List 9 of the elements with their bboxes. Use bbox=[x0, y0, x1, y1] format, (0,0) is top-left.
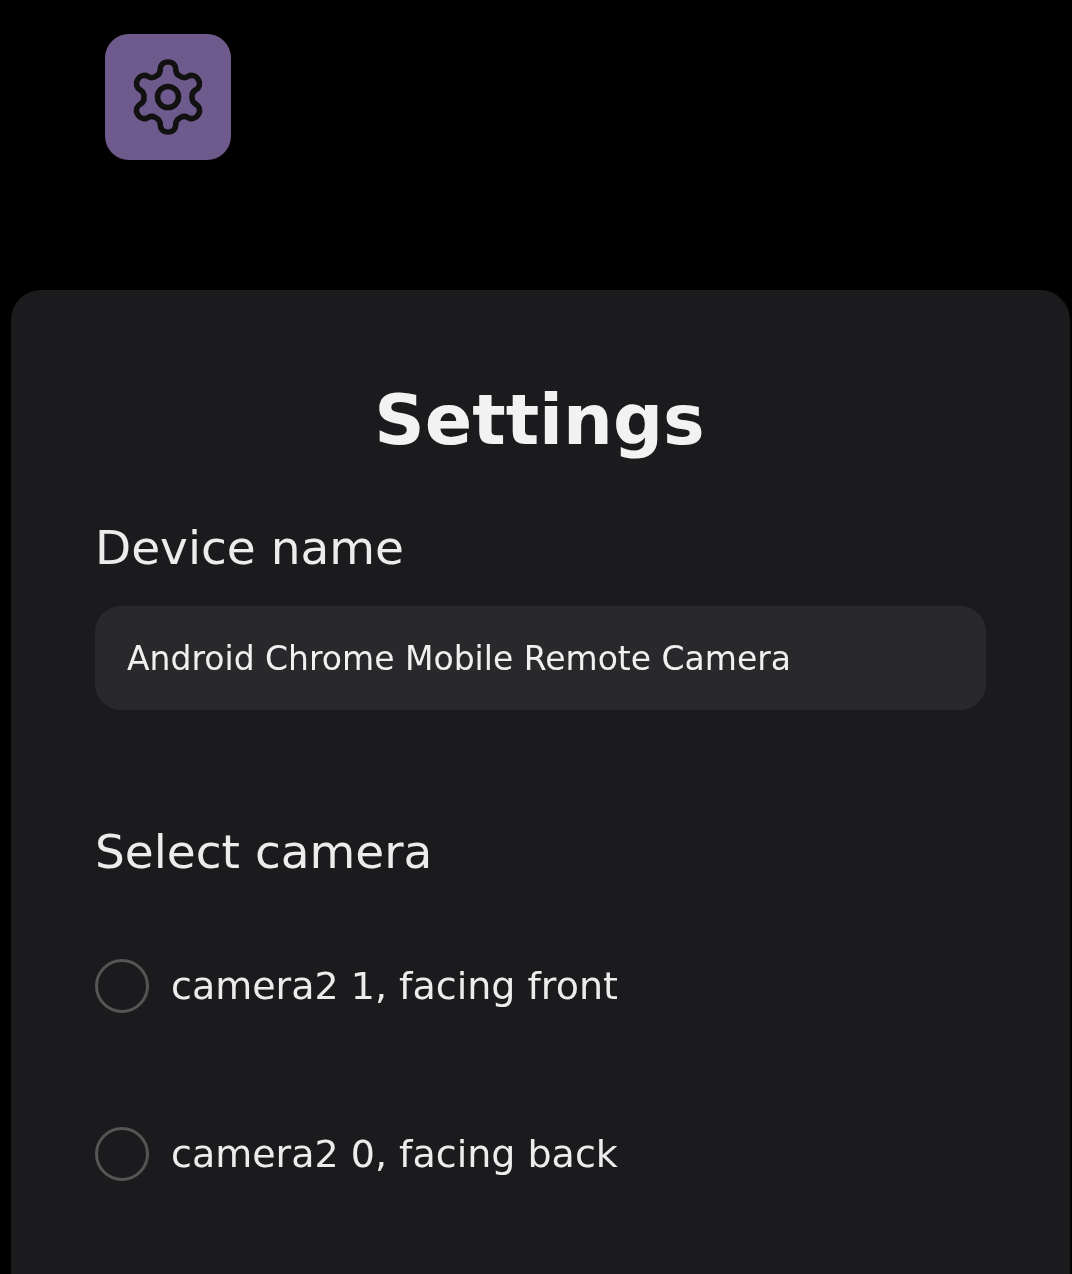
device-name-field[interactable]: Android Chrome Mobile Remote Camera bbox=[95, 606, 986, 710]
section-label: Select camera bbox=[95, 823, 434, 881]
radio-button[interactable] bbox=[95, 959, 149, 1013]
field-label: Device name bbox=[95, 519, 405, 577]
option-label: camera2 1, facing front bbox=[171, 964, 618, 1008]
settings-title: Settings bbox=[373, 378, 706, 463]
settings-button[interactable] bbox=[105, 34, 231, 160]
radio-button[interactable] bbox=[95, 1127, 149, 1181]
option-label: camera2 0, facing back bbox=[171, 1132, 618, 1176]
